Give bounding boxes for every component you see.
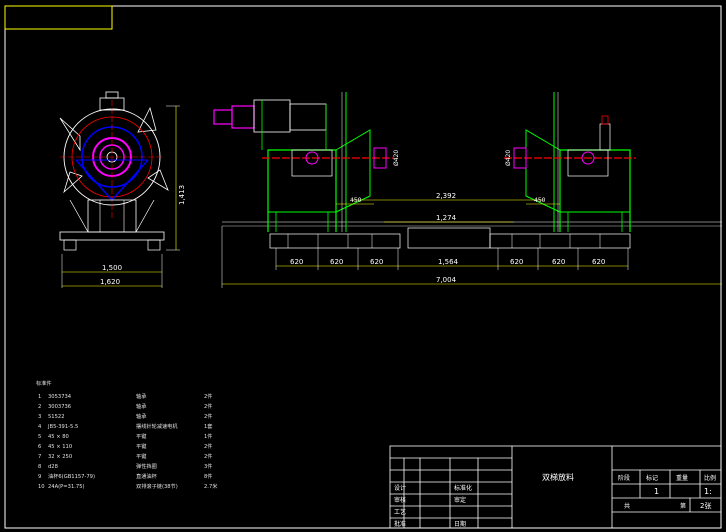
bom-name: 平键 — [136, 444, 147, 450]
side-brace — [135, 199, 155, 233]
tb-weight-value: 1 — [654, 487, 659, 496]
front-bearing-right — [567, 149, 609, 177]
bom-code: JB5-391-5.5 — [48, 424, 79, 430]
bom-code: 45 × 80 — [48, 434, 69, 440]
tb-row-label: 批准 — [394, 520, 406, 528]
side-arm-left-lower — [63, 171, 83, 194]
tb-scale-value: 1: — [704, 487, 712, 496]
drawing-svg: 1,413 1,500 1,620 2,392 1,274 1,564 7,00… — [4, 5, 722, 529]
title-block — [389, 445, 722, 529]
front-right-post — [599, 123, 611, 151]
bom-qty: 1套 — [204, 424, 213, 430]
dim-side-height: 1,413 — [178, 185, 186, 205]
tb-row-label: 审核 — [394, 496, 406, 504]
tb-header-cell: 比例 — [704, 474, 716, 482]
bom-qty: 2.7米 — [204, 484, 218, 490]
front-right-post-cap — [601, 115, 609, 125]
bom-name: 轴承 — [136, 394, 147, 400]
bom-name: 双排滚子链(38节) — [136, 484, 178, 490]
front-frame-left — [267, 149, 337, 232]
dim-dia-left: Ø420 — [393, 150, 400, 166]
bom-code: d28 — [48, 464, 58, 470]
front-coupling — [289, 103, 327, 131]
bom-name: 弹性挡圈 — [136, 464, 157, 470]
bom-qty: 8件 — [204, 474, 213, 480]
bom-code: 24A(P=31.75) — [48, 484, 85, 490]
tb-right-label: 日期 — [454, 520, 466, 528]
tb-sheet-label: 第 — [680, 502, 686, 510]
tb-row-label: 工艺 — [394, 508, 406, 516]
dim-offset-left: 450 — [350, 197, 362, 204]
bom-qty: 1件 — [204, 434, 213, 440]
front-gearbox — [253, 99, 291, 133]
bom-qty: 2件 — [204, 394, 213, 400]
bom-qty: 2件 — [204, 454, 213, 460]
front-base-left — [269, 233, 401, 249]
side-arm-right-upper — [137, 106, 157, 133]
bom-qty: 2件 — [204, 404, 213, 410]
front-motor-body — [213, 109, 233, 125]
bom-title: 标准件 — [36, 381, 52, 387]
side-brace — [69, 199, 89, 233]
side-base-plate — [59, 231, 165, 241]
bom-name: 直通油杯 — [136, 474, 157, 480]
tb-sheet-label: 共 — [624, 502, 630, 510]
dim-front-total: 7,004 — [436, 276, 457, 284]
dim-side-outer-width: 1,620 — [100, 278, 120, 286]
dim-offset-right: 450 — [534, 197, 546, 204]
bom-code: 51522 — [48, 414, 65, 420]
side-top-cap — [105, 91, 119, 99]
cad-drawing-canvas: { "dimensions": { "side_height": "1,413"… — [0, 0, 726, 532]
dim-front-top: 2,392 — [436, 192, 456, 200]
tb-right-label: 审定 — [454, 496, 466, 504]
dim-seg: 620 — [330, 258, 343, 266]
bom-qty: 2件 — [204, 444, 213, 450]
corner-code-box — [4, 5, 113, 30]
bom-name: 轴承 — [136, 404, 147, 410]
tb-sheet-value: 2张 — [700, 501, 711, 510]
front-motor-reducer — [231, 105, 255, 129]
dim-seg: 620 — [552, 258, 565, 266]
tb-right-label: 标准化 — [454, 484, 472, 492]
side-foot-left — [63, 239, 77, 251]
tb-row-label: 设计 — [394, 484, 406, 492]
bom-code: 32 × 250 — [48, 454, 73, 460]
dim-seg: 620 — [370, 258, 383, 266]
dim-front-mid: 1,274 — [436, 214, 457, 222]
side-arm-right-lower — [147, 169, 169, 191]
bom-code: 45 × 110 — [48, 444, 73, 450]
tb-header-cell: 标记 — [646, 474, 658, 482]
bom-qty: 2件 — [204, 414, 213, 420]
bom-qty: 3件 — [204, 464, 213, 470]
bom-name: 平键 — [136, 454, 147, 460]
title-block-text: 双梯放料 设计 审核 工艺 批准 标准化 审定 日期 阶段 标记 重量 比例 1… — [394, 472, 716, 528]
front-bearing-left — [291, 149, 333, 177]
tb-header-cell: 重量 — [676, 474, 688, 482]
tb-header-cell: 阶段 — [618, 474, 630, 482]
side-foot-right — [147, 239, 161, 251]
bom-code: 油杯6(GB1157-79) — [48, 474, 95, 480]
dim-seg: 620 — [510, 258, 523, 266]
bom-name: 轴承 — [136, 414, 147, 420]
drawing-title: 双梯放料 — [542, 472, 574, 482]
bom-code: 3003736 — [48, 404, 72, 410]
dim-seg: 620 — [592, 258, 605, 266]
dim-seg: 620 — [290, 258, 303, 266]
dim-dia-right: Ø420 — [505, 150, 512, 166]
bom-name: 摆线针轮减速电机 — [136, 424, 178, 430]
front-frame-right — [559, 149, 631, 232]
front-base-right — [489, 233, 631, 249]
side-view — [59, 91, 180, 288]
front-base-center — [407, 227, 491, 249]
dim-front-center: 1,564 — [438, 258, 459, 266]
dim-side-inner-width: 1,500 — [102, 264, 122, 272]
bom-name: 平键 — [136, 434, 147, 440]
bom-code: 3053734 — [48, 394, 72, 400]
